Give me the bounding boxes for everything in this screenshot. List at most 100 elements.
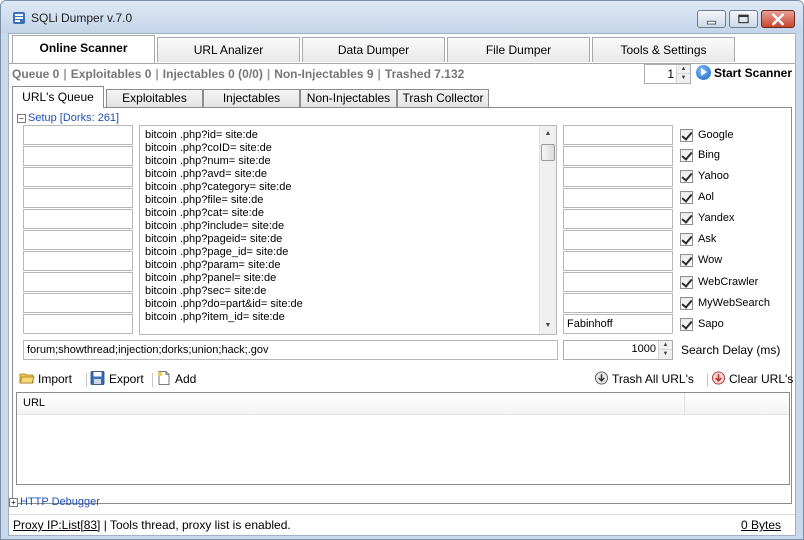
dorks-textarea[interactable]: bitcoin .php?id= site:de bitcoin .php?co…: [139, 125, 557, 335]
right-field-4[interactable]: [563, 188, 673, 208]
checkbox-checked-icon[interactable]: [680, 254, 693, 267]
engine-label: Yandex: [698, 212, 735, 224]
toolbar-divider: [86, 373, 87, 387]
dork-line: bitcoin .php?include= site:de: [145, 220, 285, 232]
clear-urls-label: Clear URL's: [729, 372, 794, 386]
column-header-url[interactable]: URL: [23, 397, 45, 409]
trashed-count: Trashed 7.132: [384, 67, 465, 81]
export-button[interactable]: Export: [90, 371, 144, 386]
stepper-up-icon[interactable]: ▲: [677, 65, 690, 74]
tab-urls-queue[interactable]: URL's Queue: [12, 86, 104, 108]
threads-stepper[interactable]: 1 ▲ ▼: [644, 64, 691, 84]
url-list-table[interactable]: URL: [16, 392, 790, 485]
dork-line: bitcoin .php?page_id= site:de: [145, 246, 289, 258]
left-field-9[interactable]: [23, 293, 133, 313]
toolbar-divider: [152, 373, 153, 387]
checkbox-checked-icon[interactable]: [680, 212, 693, 225]
tab-non-injectables[interactable]: Non-Injectables: [300, 89, 397, 107]
tab-url-analizer[interactable]: URL Analizer: [157, 37, 300, 62]
http-debugger-label: HTTP Debugger: [20, 496, 100, 508]
dork-line: bitcoin .php?param= site:de: [145, 259, 281, 271]
checkbox-checked-icon[interactable]: [680, 276, 693, 289]
table-header: URL: [17, 393, 789, 415]
right-field-9[interactable]: [563, 293, 673, 313]
clear-arrow-icon: [711, 371, 726, 385]
right-field-6[interactable]: [563, 230, 673, 250]
tab-trash-collector[interactable]: Trash Collector: [397, 89, 489, 107]
checkbox-checked-icon[interactable]: [680, 318, 693, 331]
left-field-1[interactable]: [23, 125, 133, 145]
checkbox-checked-icon[interactable]: [680, 149, 693, 162]
right-field-3[interactable]: [563, 167, 673, 187]
engine-label: Sapo: [698, 318, 724, 330]
scroll-up-icon[interactable]: ▲: [540, 126, 556, 142]
dork-line: bitcoin .php?sec= site:de: [145, 285, 267, 297]
title-bar: SQLi Dumper v.7.0: [1, 1, 803, 33]
scroll-down-icon[interactable]: ▼: [540, 318, 556, 334]
stepper-down-icon[interactable]: ▼: [677, 74, 690, 83]
close-icon: [772, 13, 784, 26]
tab-tools-settings[interactable]: Tools & Settings: [592, 37, 735, 62]
tab-injectables[interactable]: Injectables: [203, 89, 300, 107]
main-panel: Online Scanner URL Analizer Data Dumper …: [8, 33, 796, 536]
clear-urls-button[interactable]: Clear URL's: [711, 371, 793, 386]
trash-all-label: Trash All URL's: [612, 372, 694, 386]
right-field-8[interactable]: [563, 272, 673, 292]
app-icon: [13, 12, 25, 24]
folder-open-icon: [19, 373, 35, 384]
minimize-button[interactable]: [697, 10, 726, 28]
import-button[interactable]: Import: [19, 371, 72, 386]
tab-exploitables[interactable]: Exploitables: [106, 89, 203, 107]
search-delay-stepper[interactable]: 1000 ▲ ▼: [563, 340, 673, 360]
stepper-up-icon[interactable]: ▲: [659, 341, 672, 350]
right-field-2[interactable]: [563, 146, 673, 166]
dork-line: bitcoin .php?num= site:de: [145, 155, 271, 167]
app-window: SQLi Dumper v.7.0 Online Scanner URL Ana…: [0, 0, 804, 540]
dorks-scrollbar[interactable]: ▲ ▼: [539, 126, 556, 334]
right-field-1[interactable]: [563, 125, 673, 145]
checkbox-checked-icon[interactable]: [680, 129, 693, 142]
setup-toggle[interactable]: − Setup [Dorks: 261]: [17, 112, 119, 124]
maximize-button[interactable]: [729, 10, 758, 28]
tab-data-dumper[interactable]: Data Dumper: [302, 37, 445, 62]
http-debugger-toggle[interactable]: + HTTP Debugger: [9, 496, 100, 508]
left-field-7[interactable]: [23, 251, 133, 271]
right-field-10[interactable]: Fabinhoff: [563, 314, 673, 334]
search-delay-arrows[interactable]: ▲ ▼: [658, 341, 672, 359]
expand-icon: +: [9, 498, 18, 507]
start-scanner-button[interactable]: Start Scanner: [696, 65, 792, 80]
tab-file-dumper[interactable]: File Dumper: [447, 37, 590, 62]
left-field-10[interactable]: [23, 314, 133, 334]
trash-all-urls-button[interactable]: Trash All URL's: [594, 371, 694, 386]
right-field-7[interactable]: [563, 251, 673, 271]
checkbox-checked-icon[interactable]: [680, 233, 693, 246]
scroll-thumb[interactable]: [541, 144, 555, 161]
column-divider[interactable]: [684, 393, 685, 415]
dork-line: bitcoin .php?id= site:de: [145, 129, 258, 141]
threads-stepper-arrows[interactable]: ▲ ▼: [676, 65, 690, 83]
setup-label: Setup [Dorks: 261]: [28, 112, 120, 124]
search-delay-value: 1000: [631, 343, 656, 355]
window-title: SQLi Dumper v.7.0: [31, 11, 133, 25]
status-bar: Proxy IP:List[83] | Tools thread, proxy …: [9, 514, 795, 535]
left-field-6[interactable]: [23, 230, 133, 250]
maximize-icon: [738, 14, 749, 24]
checkbox-checked-icon[interactable]: [680, 297, 693, 310]
tab-online-scanner[interactable]: Online Scanner: [12, 35, 155, 63]
stepper-down-icon[interactable]: ▼: [659, 350, 672, 359]
checkbox-checked-icon[interactable]: [680, 191, 693, 204]
left-field-3[interactable]: [23, 167, 133, 187]
exclude-words-input[interactable]: forum;showthread;injection;dorks;union;h…: [23, 340, 558, 360]
right-field-5[interactable]: [563, 209, 673, 229]
left-field-4[interactable]: [23, 188, 133, 208]
checkbox-checked-icon[interactable]: [680, 170, 693, 183]
bytes-counter[interactable]: 0 Bytes: [741, 518, 781, 532]
add-button[interactable]: Add: [156, 371, 196, 386]
close-button[interactable]: [761, 10, 795, 28]
engine-label: Wow: [698, 254, 723, 266]
proxy-list-link[interactable]: Proxy IP:List[83]: [13, 518, 100, 532]
left-field-2[interactable]: [23, 146, 133, 166]
left-field-5[interactable]: [23, 209, 133, 229]
engine-label: WebCrawler: [698, 276, 759, 288]
left-field-8[interactable]: [23, 272, 133, 292]
